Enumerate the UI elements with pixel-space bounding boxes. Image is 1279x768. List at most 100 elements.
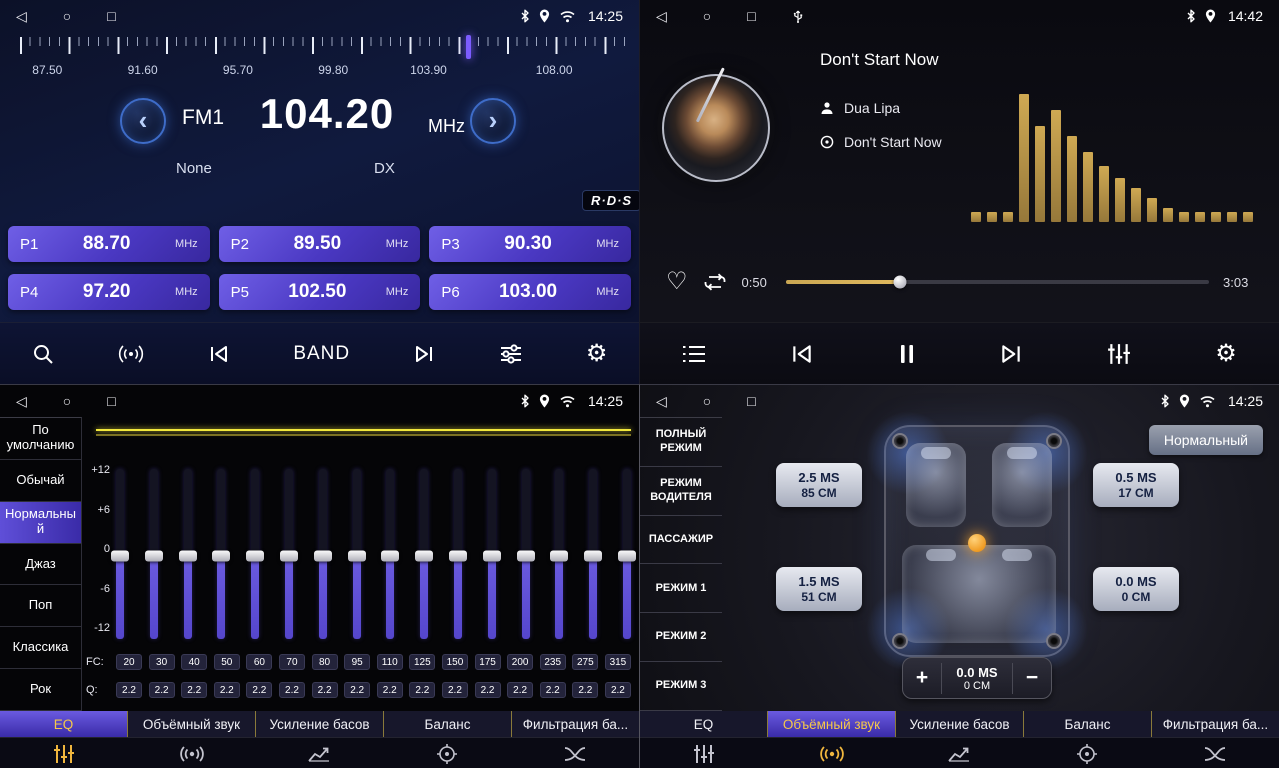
back-icon[interactable]: ◁: [16, 394, 27, 408]
tab-eq[interactable]: EQ: [640, 711, 768, 737]
preset-prev-button[interactable]: [204, 341, 234, 367]
tab-balance[interactable]: Баланс: [1024, 711, 1152, 737]
slider-handle[interactable]: [314, 550, 332, 561]
scan-button[interactable]: [28, 339, 58, 369]
listening-mode-item[interactable]: РЕЖИМ 2: [640, 613, 722, 662]
back-icon[interactable]: ◁: [656, 394, 667, 408]
eq-preset-item[interactable]: Нормальный: [0, 502, 81, 544]
slider-handle[interactable]: [415, 550, 433, 561]
listening-mode-item[interactable]: РЕЖИМ 1: [640, 564, 722, 613]
slider-handle[interactable]: [618, 550, 636, 561]
back-icon[interactable]: ◁: [16, 9, 27, 23]
slider-handle[interactable]: [212, 550, 230, 561]
album-art[interactable]: [662, 74, 770, 182]
tab-bass-boost[interactable]: Усиление басов: [256, 711, 384, 737]
eq-preset-badge[interactable]: Нормальный: [1149, 425, 1263, 455]
listening-mode-item[interactable]: РЕЖИМ ВОДИТЕЛЯ: [640, 467, 722, 516]
eq-band-slider[interactable]: [386, 469, 394, 639]
slider-handle[interactable]: [246, 550, 264, 561]
eq-sliders-icon[interactable]: [640, 738, 768, 768]
tab-balance[interactable]: Баланс: [384, 711, 512, 737]
tune-adjust-button[interactable]: [495, 340, 527, 368]
slider-handle[interactable]: [449, 550, 467, 561]
slider-handle[interactable]: [517, 550, 535, 561]
slider-handle[interactable]: [179, 550, 197, 561]
delay-rear-right[interactable]: 0.0 MS 0 CM: [1093, 567, 1179, 611]
tab-surround[interactable]: Объёмный звук: [128, 711, 256, 737]
seek-down-button[interactable]: ‹: [120, 98, 166, 144]
eq-band-slider[interactable]: [319, 469, 327, 639]
listening-mode-item[interactable]: ПОЛНЫЙ РЕЖИМ: [640, 418, 722, 467]
home-icon[interactable]: ○: [703, 9, 711, 23]
eq-band-slider[interactable]: [454, 469, 462, 639]
eq-preset-item[interactable]: Обычай: [0, 460, 81, 502]
pause-button[interactable]: [895, 339, 919, 369]
slider-handle[interactable]: [550, 550, 568, 561]
slider-handle[interactable]: [280, 550, 298, 561]
settings-button[interactable]: ⚙: [582, 338, 612, 370]
preset-button-p6[interactable]: P6103.00MHz: [429, 274, 631, 310]
eq-band-slider[interactable]: [353, 469, 361, 639]
tab-filter[interactable]: Фильтрация ба...: [1152, 711, 1279, 737]
delay-front-left[interactable]: 2.5 MS 85 CM: [776, 463, 862, 507]
next-track-button[interactable]: [995, 340, 1027, 368]
home-icon[interactable]: ○: [703, 394, 711, 408]
eq-preset-item[interactable]: Классика: [0, 627, 81, 669]
eq-band-slider[interactable]: [522, 469, 530, 639]
frequency-indicator[interactable]: [466, 35, 471, 59]
home-icon[interactable]: ○: [63, 394, 71, 408]
tab-surround[interactable]: Объёмный звук: [768, 711, 896, 737]
auto-search-button[interactable]: [113, 340, 149, 368]
slider-handle[interactable]: [584, 550, 602, 561]
surround-sound-icon[interactable]: [128, 738, 256, 768]
crossover-filter-icon[interactable]: [1151, 738, 1279, 768]
tab-eq[interactable]: EQ: [0, 711, 128, 737]
eq-sliders-icon[interactable]: [0, 738, 128, 768]
progress-knob[interactable]: [893, 276, 906, 289]
delay-plus-button[interactable]: +: [903, 665, 941, 691]
recents-icon[interactable]: □: [107, 394, 115, 408]
recents-icon[interactable]: □: [107, 9, 115, 23]
seek-up-button[interactable]: ›: [470, 98, 516, 144]
eq-band-slider[interactable]: [150, 469, 158, 639]
preset-button-p1[interactable]: P188.70MHz: [8, 226, 210, 262]
listening-position-dot[interactable]: [968, 534, 986, 552]
slider-handle[interactable]: [111, 550, 129, 561]
slider-handle[interactable]: [145, 550, 163, 561]
eq-band-slider[interactable]: [555, 469, 563, 639]
eq-band-slider[interactable]: [184, 469, 192, 639]
eq-band-slider[interactable]: [623, 469, 631, 639]
repeat-button[interactable]: [702, 272, 728, 292]
eq-band-slider[interactable]: [285, 469, 293, 639]
bass-boost-icon[interactable]: [256, 738, 384, 768]
eq-preset-item[interactable]: Джаз: [0, 544, 81, 586]
listening-mode-item[interactable]: РЕЖИМ 3: [640, 662, 722, 711]
slider-handle[interactable]: [381, 550, 399, 561]
delay-rear-left[interactable]: 1.5 MS 51 CM: [776, 567, 862, 611]
slider-handle[interactable]: [348, 550, 366, 561]
eq-preset-item[interactable]: Поп: [0, 585, 81, 627]
playlist-button[interactable]: [678, 341, 710, 367]
crossover-filter-icon[interactable]: [511, 738, 639, 768]
eq-band-slider[interactable]: [488, 469, 496, 639]
settings-button[interactable]: ⚙: [1211, 338, 1241, 370]
home-icon[interactable]: ○: [63, 9, 71, 23]
balance-icon[interactable]: [1023, 738, 1151, 768]
eq-band-slider[interactable]: [420, 469, 428, 639]
slider-handle[interactable]: [483, 550, 501, 561]
balance-icon[interactable]: [383, 738, 511, 768]
surround-sound-icon[interactable]: [768, 738, 896, 768]
preset-button-p3[interactable]: P390.30MHz: [429, 226, 631, 262]
preset-button-p5[interactable]: P5102.50MHz: [219, 274, 421, 310]
preset-button-p2[interactable]: P289.50MHz: [219, 226, 421, 262]
equalizer-button[interactable]: [1103, 339, 1135, 369]
listening-mode-item[interactable]: ПАССАЖИР: [640, 516, 722, 565]
eq-band-slider[interactable]: [589, 469, 597, 639]
eq-band-slider[interactable]: [116, 469, 124, 639]
eq-preset-item[interactable]: Рок: [0, 669, 81, 711]
previous-track-button[interactable]: [786, 340, 818, 368]
back-icon[interactable]: ◁: [656, 9, 667, 23]
eq-band-slider[interactable]: [251, 469, 259, 639]
eq-band-slider[interactable]: [217, 469, 225, 639]
bass-boost-icon[interactable]: [896, 738, 1024, 768]
